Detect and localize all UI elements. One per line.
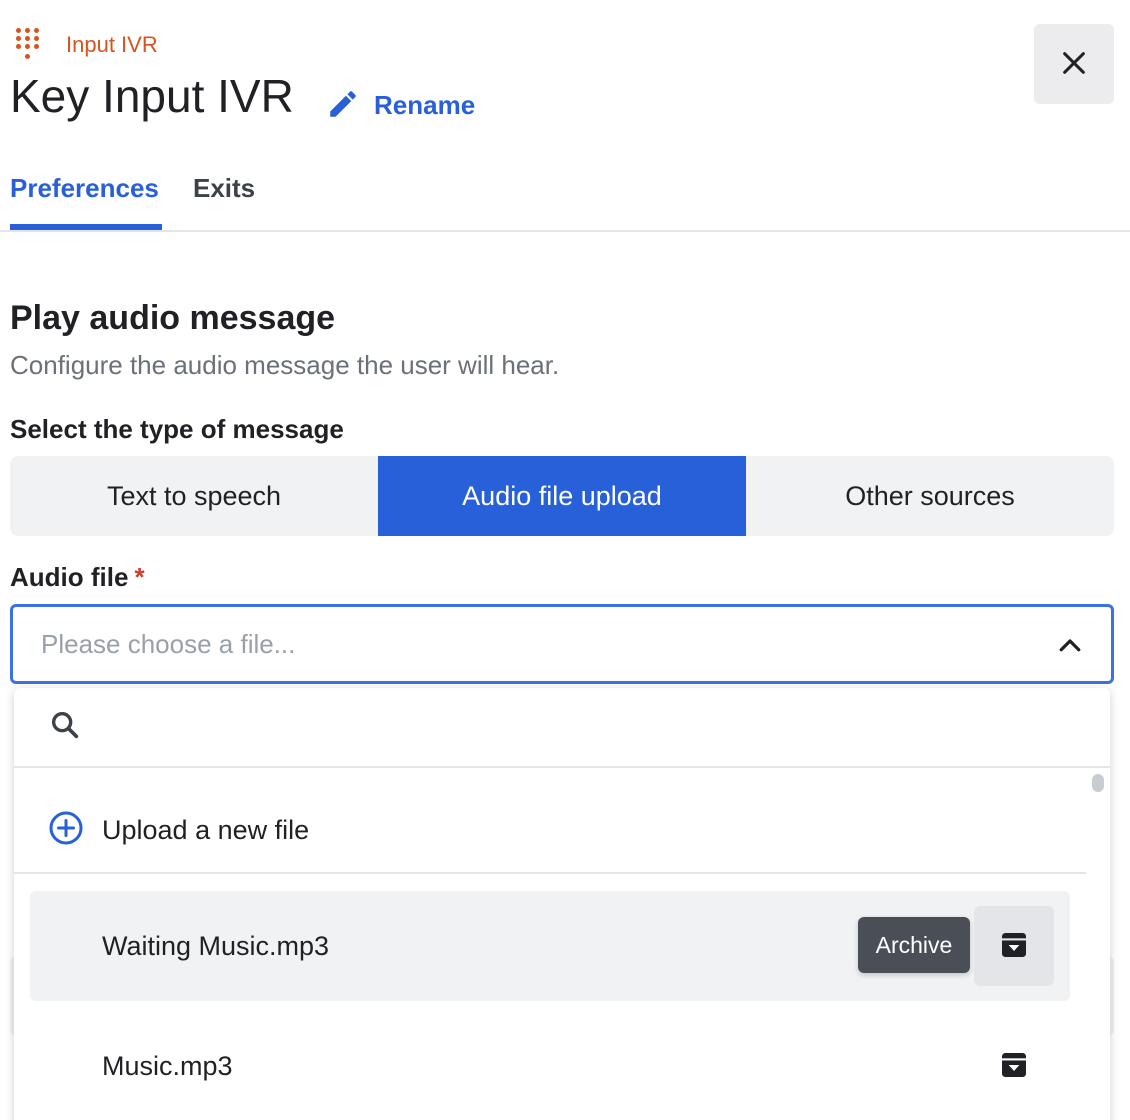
audio-file-placeholder: Please choose a file... [41,628,296,659]
archive-button[interactable] [974,1026,1054,1106]
tab-bar: Preferences Exits [0,160,1130,232]
archive-tooltip: Archive [858,917,970,973]
active-tab-indicator [10,224,162,230]
audio-file-dropdown: Upload a new file Waiting Music.mp3 Arch… [14,688,1110,1120]
file-name: Music.mp3 [102,1050,233,1081]
dropdown-search [14,688,1110,768]
upload-new-file-option[interactable]: Upload a new file [14,788,1086,874]
audio-file-label: Audio file * [10,560,145,594]
file-name: Waiting Music.mp3 [102,930,330,961]
file-option[interactable]: Music.mp3 [30,1011,1070,1120]
message-type-label: Select the type of message [10,414,344,444]
audio-file-label-text: Audio file [10,562,129,592]
close-button[interactable] [1034,24,1114,104]
file-option[interactable]: Waiting Music.mp3 Archive [30,891,1070,1001]
node-kind-label: Input IVR [66,32,158,57]
required-marker: * [134,562,145,592]
pencil-icon [326,87,360,124]
tab-exits[interactable]: Exits [193,170,255,206]
message-type-other-sources[interactable]: Other sources [746,456,1114,536]
archive-button[interactable] [974,906,1054,986]
section-description: Configure the audio message the user wil… [10,350,560,380]
close-icon [1060,49,1088,80]
page-title: Key Input IVR [10,70,294,122]
message-type-selector: Text to speech Audio file upload Other s… [10,456,1114,536]
message-type-text-to-speech[interactable]: Text to speech [10,456,378,536]
add-circle-icon [48,810,84,851]
dropdown-search-input[interactable] [96,707,1110,747]
dialpad-icon [14,28,46,62]
search-icon [48,708,82,747]
archive-icon [998,1049,1030,1084]
message-type-audio-file-upload[interactable]: Audio file upload [378,456,746,536]
chevron-up-icon [1055,631,1085,666]
dropdown-scrollbar[interactable] [1092,774,1104,792]
audio-file-select[interactable]: Please choose a file... [10,604,1114,684]
upload-new-file-label: Upload a new file [102,814,310,845]
rename-label: Rename [374,89,476,120]
node-kind: Input IVR [14,28,158,62]
tab-preferences[interactable]: Preferences [10,170,159,206]
archive-icon [998,929,1030,964]
rename-button[interactable]: Rename [326,86,475,124]
section-title: Play audio message [10,299,336,337]
